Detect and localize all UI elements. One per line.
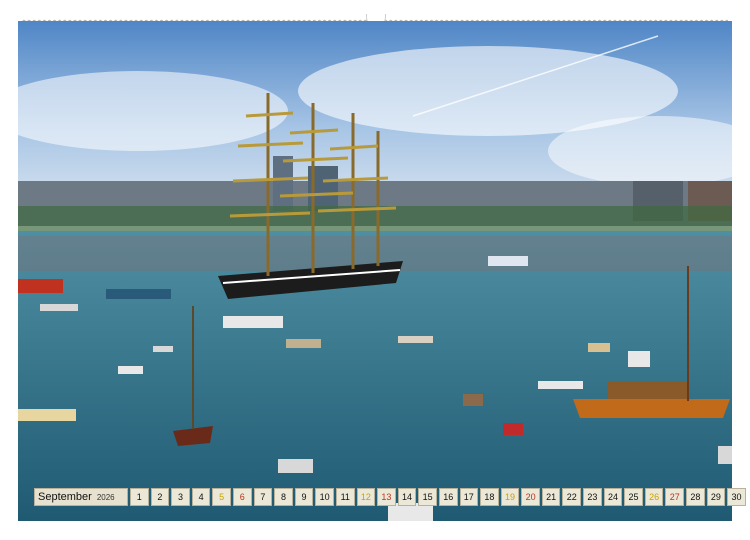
boat <box>463 394 483 406</box>
boat <box>488 256 528 266</box>
boat <box>503 423 523 435</box>
calendar-day-cell: 18 <box>480 488 499 506</box>
boat <box>106 289 171 299</box>
boat <box>538 381 583 389</box>
calendar-day-cell: 16 <box>438 488 458 506</box>
calendar-day-cell: 30 <box>727 488 746 506</box>
calendar-day-cell: 17 <box>459 488 479 506</box>
harbor-scene <box>18 21 732 521</box>
boat <box>398 336 433 343</box>
calendar-day-cell: 10 <box>315 488 334 506</box>
boat <box>118 366 143 374</box>
calendar-day-cell: 4 <box>191 488 211 506</box>
calendar-day-cell: 19 <box>500 488 520 506</box>
boat <box>18 409 76 421</box>
calendar-day-cell: 12 <box>356 488 376 506</box>
calendar-day-cell: 23 <box>583 488 602 506</box>
calendar-photo <box>18 21 732 521</box>
calendar-day-cell: 3 <box>171 488 190 506</box>
boat <box>223 316 283 328</box>
calendar-day-cell: 7 <box>253 488 273 506</box>
calendar-day-cell: 29 <box>706 488 726 506</box>
calendar-day-cell: 15 <box>418 488 437 506</box>
calendar-day-cell: 14 <box>397 488 417 506</box>
boat <box>628 351 650 367</box>
calendar-day-cell: 28 <box>686 488 705 506</box>
boat <box>153 346 173 352</box>
calendar-day-cell: 6 <box>232 488 252 506</box>
calendar-day-cell: 5 <box>212 488 231 506</box>
calendar-day-cell: 21 <box>541 488 561 506</box>
calendar-day-cell: 11 <box>335 488 355 506</box>
calendar-day-cell: 26 <box>644 488 664 506</box>
calendar-day-cell: 20 <box>521 488 540 506</box>
calendar-day-cell: 2 <box>150 488 170 506</box>
boat <box>18 279 63 293</box>
calendar-day-cell: 9 <box>294 488 314 506</box>
boat <box>278 459 313 473</box>
day-cells: 1 2 3 4 5 6 7 8 9 10 11 12 13 14 15 16 17 18 19 20 21 22 23 24 2… <box>130 488 746 506</box>
calendar-day-cell: 13 <box>377 488 396 506</box>
boat <box>286 339 321 348</box>
calendar-strip: September 2026 1 2 3 4 5 6 7 8 9 10 11 12 13 14 15 16 17… <box>34 488 746 506</box>
boat <box>588 343 610 352</box>
calendar-day-cell: 8 <box>274 488 293 506</box>
year-label: 2026 <box>96 492 115 502</box>
month-label-box: September 2026 <box>34 488 128 506</box>
boat <box>718 446 732 464</box>
calendar-day-cell: 22 <box>562 488 582 506</box>
calendar-day-cell: 24 <box>603 488 623 506</box>
boat <box>40 304 78 311</box>
calendar-day-cell: 27 <box>665 488 685 506</box>
building <box>273 156 293 211</box>
month-name: September <box>38 491 92 503</box>
calendar-day-cell: 1 <box>130 488 149 506</box>
calendar-day-cell: 25 <box>624 488 643 506</box>
